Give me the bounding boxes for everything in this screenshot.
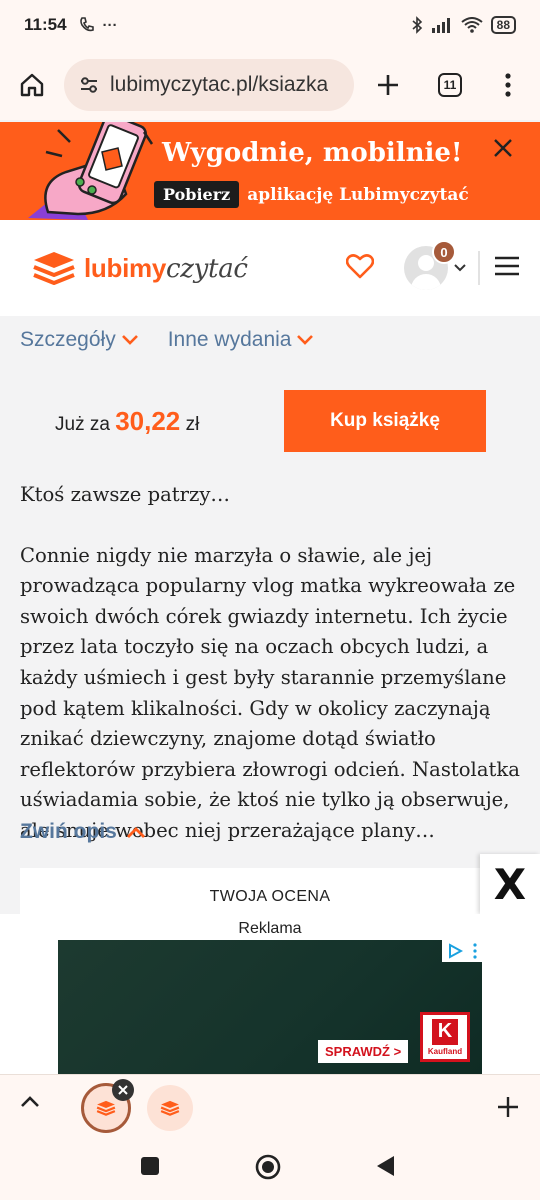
system-nav-bar [0,1140,540,1200]
collapse-description-button[interactable]: Zwiń opis [20,820,145,844]
books-logo-icon [33,252,75,285]
plus-icon [498,1097,518,1117]
tab-count: 11 [438,73,462,97]
details-dropdown[interactable]: Szczegóły [20,328,138,352]
price-value: 30,22 [115,406,181,436]
home-icon [20,73,44,97]
logo-text-bold: lubimy [84,252,166,283]
hamburger-menu-button[interactable] [494,256,520,281]
ad-choices-icon [449,943,463,959]
more-icon: ··· [102,16,118,34]
close-icon [494,139,512,157]
recents-button[interactable] [140,1156,160,1181]
wifi-icon [461,17,483,33]
promo-subtitle: aplikację Lubimyczytać [247,184,469,205]
ad-choices-button[interactable] [442,940,482,962]
square-icon [141,1157,159,1175]
buy-section: Już za 30,22 zł Kup książkę [0,390,540,452]
url-text: lubimyczytac.pl/ksiazka [110,73,329,96]
app-promo-banner[interactable]: Wygodnie, mobilnie! Pobierz aplikację Lu… [0,122,540,220]
kaufland-k-icon: K [432,1018,458,1045]
tab-thumbnail[interactable] [147,1085,193,1131]
new-tab-button[interactable] [368,65,408,105]
add-tab-button[interactable] [497,1096,519,1123]
status-time: 11:54 [24,15,67,34]
description-body: Connie nigdy nie marzyła o sławie, ale j… [20,543,520,842]
signal-icon [431,18,450,33]
promo-title: Wygodnie, mobilnie! [162,138,463,168]
logo-text-italic: czytać [166,253,248,284]
more-vert-icon [505,73,511,97]
chevron-up-icon [21,1096,39,1107]
home-nav-button[interactable] [255,1154,281,1185]
chevron-up-icon [126,826,145,838]
ad-container: Reklama SPRAWDŹ > K Kaufland [0,914,540,1074]
chevron-down-icon [454,264,466,272]
ad-close-button[interactable]: X [480,854,540,914]
header-divider [478,251,480,285]
book-sub-nav: Szczegóły Inne wydania [20,328,314,352]
site-header: lubimyczytać 0 [0,220,540,316]
bluetooth-icon [412,16,422,34]
chevron-down-icon [121,335,138,345]
notification-badge: 0 [432,240,456,264]
plus-icon [378,75,398,95]
rating-title: TWOJA OCENA [209,888,331,905]
favorites-button[interactable] [345,253,375,284]
price-label: Już za 30,22 zł [55,406,200,436]
more-vert-icon [473,943,477,959]
account-menu-button[interactable]: 0 [404,240,466,290]
browser-menu-button[interactable] [488,65,528,105]
ad-cta-button[interactable]: SPRAWDŹ > [318,1040,409,1063]
tab-switcher-button[interactable]: 11 [430,65,470,105]
back-button[interactable] [374,1154,396,1183]
menu-icon [495,256,519,275]
status-bar: 11:54 ··· 88 [0,0,540,50]
call-icon [79,17,94,32]
phone-illustration-icon [28,122,154,220]
editions-dropdown[interactable]: Inne wydania [168,328,314,352]
close-tab-button[interactable] [112,1079,134,1101]
book-description: Ktoś zawsze patrzy… Connie nigdy nie mar… [20,480,530,877]
battery-indicator: 88 [490,16,516,34]
tab-group-strip [0,1074,540,1140]
heart-icon [345,253,375,278]
address-bar[interactable]: lubimyczytac.pl/ksiazka [64,59,354,111]
browser-toolbar: lubimyczytac.pl/ksiazka 11 [0,50,540,120]
books-logo-icon [160,1100,180,1116]
close-icon [118,1085,128,1095]
site-settings-icon[interactable] [78,74,100,96]
ad-label: Reklama [238,920,302,937]
buy-book-button[interactable]: Kup książkę [284,390,486,452]
promo-close-button[interactable] [492,137,514,164]
kaufland-logo: K Kaufland [420,1012,470,1062]
back-triangle-icon [377,1156,394,1176]
chevron-down-icon [297,335,314,345]
collapse-tabs-button[interactable] [20,1095,40,1113]
home-button[interactable] [12,65,52,105]
site-logo[interactable]: lubimyczytać [32,250,248,286]
ad-brand: Kaufland [427,1046,463,1056]
ad-banner[interactable]: SPRAWDŹ > K Kaufland [58,940,482,1074]
description-teaser: Ktoś zawsze patrzy… [20,483,231,506]
circle-icon [255,1154,281,1180]
books-logo-icon [96,1100,116,1116]
download-app-button[interactable]: Pobierz [154,181,240,208]
